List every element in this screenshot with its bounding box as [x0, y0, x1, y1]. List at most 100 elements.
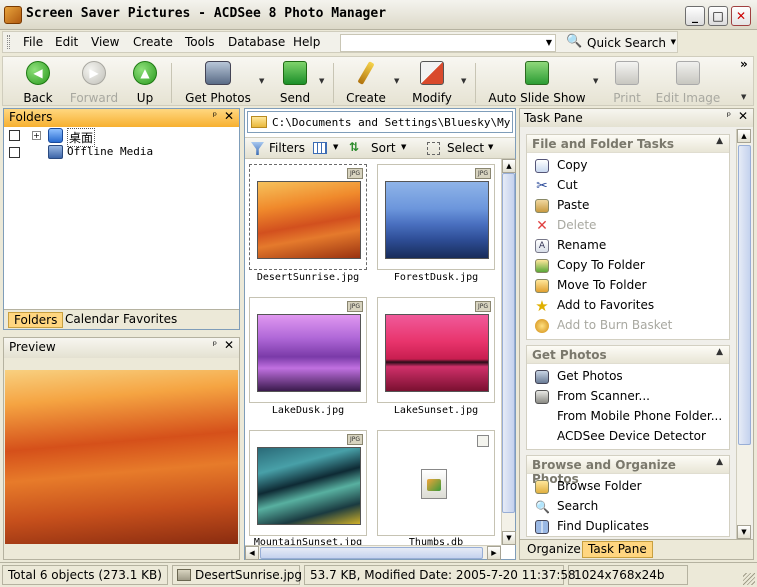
sort-chevron-down-icon[interactable]: ▼	[401, 143, 406, 151]
create-chevron-down-icon[interactable]: ▼	[394, 77, 399, 85]
scroll-up-icon[interactable]: ▲	[502, 159, 516, 173]
folders-tabs: Folders Calendar Favorites	[4, 309, 239, 329]
scroll-right-icon[interactable]: ▶	[487, 546, 501, 560]
tab-calendar[interactable]: Calendar	[60, 312, 124, 328]
vertical-scroll-thumb[interactable]	[502, 173, 515, 513]
view-mode-icon[interactable]	[313, 142, 327, 154]
menu-file[interactable]: File	[23, 35, 43, 49]
scroll-down-icon[interactable]: ▼	[502, 531, 516, 545]
task-pane-scroll-thumb[interactable]	[738, 145, 751, 445]
menu-view[interactable]: View	[91, 35, 119, 49]
send-chevron-down-icon[interactable]: ▼	[319, 77, 324, 85]
group-header[interactable]: File and Folder Tasks ▲	[527, 135, 729, 153]
pin-icon[interactable]: ᵖ	[213, 111, 217, 122]
pin-icon[interactable]: ᵖ	[213, 340, 217, 351]
folders-close-icon[interactable]: ✕	[224, 109, 234, 123]
burn-basket-icon	[535, 319, 549, 333]
maximize-button[interactable]: □	[708, 6, 728, 26]
file-list-vertical-scrollbar[interactable]: ▲ ▼	[501, 159, 516, 545]
scroll-down-icon[interactable]: ▼	[737, 525, 751, 539]
scroll-up-icon[interactable]: ▲	[737, 129, 751, 143]
close-button[interactable]: ✕	[731, 6, 751, 26]
print-button[interactable]: Print	[607, 59, 647, 105]
file-name[interactable]: LakeDusk.jpg	[243, 405, 373, 416]
resize-grip-icon[interactable]	[743, 573, 755, 585]
group-title: Get Photos	[532, 348, 607, 362]
minimize-button[interactable]: _	[685, 6, 705, 26]
edit-image-button[interactable]: Edit Image	[655, 59, 721, 105]
file-tile[interactable]: JPG	[377, 297, 495, 403]
group-header[interactable]: Get Photos ▲	[527, 346, 729, 364]
menu-grip[interactable]	[7, 35, 10, 49]
status-file: DesertSunrise.jpg	[172, 565, 302, 585]
toolbar-overflow-button[interactable]: »	[740, 57, 748, 71]
task-pane-scrollbar[interactable]: ▲ ▼	[736, 129, 751, 539]
group-header[interactable]: Browse and Organize Photos ▲	[527, 456, 729, 486]
status-total: Total 6 objects (273.1 KB)	[2, 565, 168, 585]
task-pane-close-icon[interactable]: ✕	[738, 109, 748, 123]
modify-button[interactable]: Modify	[407, 59, 457, 105]
tree-expand-icon[interactable]: +	[32, 131, 41, 140]
preview-close-icon[interactable]: ✕	[224, 338, 234, 352]
toolbar-options-chevron-down-icon[interactable]: ▼	[741, 93, 746, 101]
clipboard-icon	[535, 199, 549, 213]
tree-item-offline-media[interactable]: Offline Media	[67, 145, 153, 158]
address-bar[interactable]: C:\Documents and Settings\Bluesky\My	[247, 111, 513, 133]
sort-button[interactable]: Sort	[371, 141, 396, 155]
tab-folders[interactable]: Folders	[8, 312, 64, 328]
send-icon	[283, 61, 307, 85]
folder-icon	[251, 116, 267, 128]
back-button[interactable]: ◀ Back	[11, 59, 65, 105]
quick-search-chevron-down-icon[interactable]: ▼	[671, 38, 676, 46]
get-photos-button[interactable]: Get Photos	[179, 59, 257, 105]
preview-pane-header: Preview ᵖ ✕	[4, 338, 239, 358]
view-chevron-down-icon[interactable]: ▼	[333, 143, 338, 151]
collapse-chevron-up-icon[interactable]: ▲	[716, 136, 723, 146]
pin-icon[interactable]: ᵖ	[727, 111, 731, 122]
file-name[interactable]: LakeSunset.jpg	[371, 405, 501, 416]
menu-create[interactable]: Create	[133, 35, 173, 49]
create-button[interactable]: Create	[341, 59, 391, 105]
combo-chevron-down-icon[interactable]: ▼	[546, 38, 552, 47]
send-button[interactable]: Send	[273, 59, 317, 105]
file-list-horizontal-scrollbar[interactable]: ◀ ▶	[245, 545, 501, 560]
menu-edit[interactable]: Edit	[55, 35, 78, 49]
scanner-icon	[535, 390, 549, 404]
file-name[interactable]: DesertSunrise.jpg	[243, 272, 373, 283]
menu-database[interactable]: Database	[228, 35, 285, 49]
quick-search-button[interactable]: 🔍 Quick Search ▼	[564, 33, 676, 53]
file-tile[interactable]: JPG	[249, 430, 367, 536]
slideshow-chevron-down-icon[interactable]: ▼	[593, 77, 598, 85]
select-button[interactable]: Select	[447, 141, 484, 155]
collapse-chevron-up-icon[interactable]: ▲	[716, 457, 723, 467]
tree-checkbox[interactable]	[9, 147, 20, 158]
forward-button[interactable]: ▶ Forward	[65, 59, 123, 105]
filters-button[interactable]: Filters	[269, 141, 305, 155]
select-chevron-down-icon[interactable]: ▼	[488, 143, 493, 151]
tab-task-pane[interactable]: Task Pane	[582, 541, 653, 558]
file-tile[interactable]: JPG	[249, 164, 367, 270]
task-label: Add to Burn Basket	[557, 318, 673, 332]
file-name[interactable]: ForestDusk.jpg	[371, 272, 501, 283]
task-label: Cut	[557, 178, 578, 192]
tab-organize[interactable]: Organize	[524, 542, 584, 556]
copy-icon	[535, 159, 549, 173]
tree-checkbox[interactable]	[9, 130, 20, 141]
scroll-left-icon[interactable]: ◀	[245, 546, 259, 560]
menu-combo[interactable]: ▼	[340, 34, 556, 52]
collapse-chevron-up-icon[interactable]: ▲	[716, 347, 723, 357]
modify-chevron-down-icon[interactable]: ▼	[461, 77, 466, 85]
preview-pane-title: Preview	[9, 340, 56, 354]
task-label: ACDSee Device Detector	[557, 429, 706, 443]
file-tile[interactable]: JPG	[377, 164, 495, 270]
get-photos-chevron-down-icon[interactable]: ▼	[259, 77, 264, 85]
auto-slide-show-button[interactable]: Auto Slide Show	[487, 59, 587, 105]
tab-favorites[interactable]: Favorites	[118, 312, 182, 328]
menu-tools[interactable]: Tools	[185, 35, 215, 49]
file-tile[interactable]: JPG	[249, 297, 367, 403]
task-pane: Task Pane ᵖ ✕ File and Folder Tasks ▲ Cop…	[519, 108, 754, 560]
menu-help[interactable]: Help	[293, 35, 320, 49]
file-tile[interactable]	[377, 430, 495, 536]
horizontal-scroll-thumb[interactable]	[260, 547, 483, 559]
up-button[interactable]: ▲ Up	[123, 59, 167, 105]
